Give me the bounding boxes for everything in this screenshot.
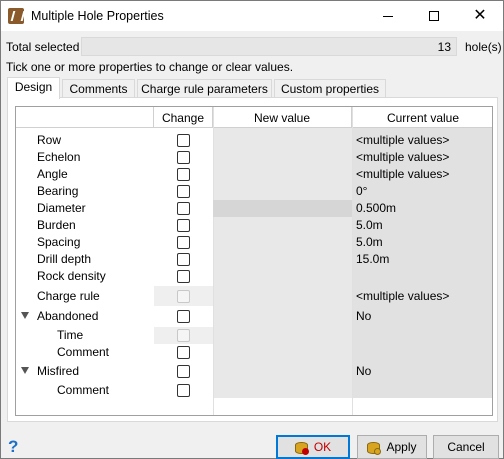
minimize-icon <box>383 15 393 17</box>
property-row-rock-density[interactable]: Rock density <box>16 268 492 285</box>
apply-button[interactable]: Apply <box>357 435 427 459</box>
property-label: Comment <box>57 345 110 359</box>
property-label: Charge rule <box>37 289 100 303</box>
change-checkbox[interactable] <box>177 151 190 164</box>
current-value: 5.0m <box>356 218 383 232</box>
new-value-cell-selected[interactable] <box>213 200 352 217</box>
property-label: Burden <box>37 218 76 232</box>
change-checkbox-disabled <box>177 290 190 303</box>
property-label: Drill depth <box>37 252 92 266</box>
change-checkbox[interactable] <box>177 168 190 181</box>
current-value: No <box>356 309 372 323</box>
app-icon <box>8 8 24 24</box>
property-label: Comment <box>57 383 110 397</box>
change-checkbox[interactable] <box>177 365 190 378</box>
property-label: Time <box>57 328 84 342</box>
change-checkbox[interactable] <box>177 202 190 215</box>
tab-design[interactable]: Design <box>7 77 60 99</box>
close-button[interactable]: ✕ <box>457 1 503 31</box>
maximize-icon <box>429 11 439 21</box>
change-checkbox[interactable] <box>177 346 190 359</box>
cancel-button[interactable]: Cancel <box>433 435 499 459</box>
properties-grid: Change New value Current value Row <mult… <box>15 106 493 416</box>
property-row-time[interactable]: Time <box>16 327 492 344</box>
change-checkbox[interactable] <box>177 185 190 198</box>
maximize-button[interactable] <box>411 1 457 31</box>
tab-custom-properties[interactable]: Custom properties <box>274 79 386 97</box>
property-row-drill-depth[interactable]: Drill depth 15.0m <box>16 251 492 268</box>
property-row-diameter[interactable]: Diameter 0.500m <box>16 200 492 217</box>
ok-button[interactable]: OK <box>276 435 350 459</box>
current-value: <multiple values> <box>356 150 450 164</box>
cancel-button-label: Cancel <box>447 440 485 454</box>
holes-unit-label: hole(s) <box>465 40 502 54</box>
change-checkbox[interactable] <box>177 219 190 232</box>
property-row-row[interactable]: Row <multiple values> <box>16 132 492 149</box>
change-checkbox[interactable] <box>177 270 190 283</box>
change-column-header[interactable]: Change <box>154 107 213 128</box>
property-label: Rock density <box>37 269 106 283</box>
apply-button-label: Apply <box>386 440 417 454</box>
database-icon <box>367 440 382 455</box>
window-title: Multiple Hole Properties <box>31 9 164 23</box>
property-row-charge-rule[interactable]: Charge rule <multiple values> <box>16 286 492 306</box>
change-checkbox[interactable] <box>177 134 190 147</box>
total-selected-value: 13 <box>81 37 457 56</box>
change-checkbox[interactable] <box>177 253 190 266</box>
collapse-arrow-icon[interactable] <box>21 367 29 374</box>
current-value: 5.0m <box>356 235 383 249</box>
current-value: 0.500m <box>356 201 397 215</box>
property-row-comment[interactable]: Comment <box>16 344 492 361</box>
new-value-column-header[interactable]: New value <box>213 107 352 128</box>
tab-charge-rule-parameters[interactable]: Charge rule parameters <box>137 79 272 97</box>
tab-comments[interactable]: Comments <box>62 79 135 97</box>
property-column-header <box>16 107 154 128</box>
total-selected-label: Total selected <box>6 40 80 54</box>
current-value: <multiple values> <box>356 133 450 147</box>
close-icon: ✕ <box>473 7 487 24</box>
property-row-spacing[interactable]: Spacing 5.0m <box>16 234 492 251</box>
property-row-burden[interactable]: Burden 5.0m <box>16 217 492 234</box>
current-value: <multiple values> <box>356 167 450 181</box>
change-checkbox[interactable] <box>177 236 190 249</box>
minimize-button[interactable] <box>365 1 411 31</box>
current-value: No <box>356 364 372 378</box>
help-icon[interactable]: ? <box>8 437 18 457</box>
property-row-misfired[interactable]: Misfired No <box>16 363 492 380</box>
property-label: Row <box>37 133 62 147</box>
property-row-angle[interactable]: Angle <multiple values> <box>16 166 492 183</box>
property-label: Bearing <box>37 184 79 198</box>
property-row-abandoned[interactable]: Abandoned No <box>16 308 492 325</box>
property-label: Angle <box>37 167 68 181</box>
change-checkbox-disabled <box>177 329 190 342</box>
current-value: 0° <box>356 184 368 198</box>
title-bar: Multiple Hole Properties ✕ <box>1 1 503 31</box>
property-row-bearing[interactable]: Bearing 0° <box>16 183 492 200</box>
change-checkbox[interactable] <box>177 384 190 397</box>
property-label: Diameter <box>37 201 86 215</box>
current-value-column-header[interactable]: Current value <box>352 107 492 128</box>
property-label: Echelon <box>37 150 81 164</box>
property-row-misfired-comment[interactable]: Comment <box>16 382 492 399</box>
collapse-arrow-icon[interactable] <box>21 312 29 319</box>
instruction-text: Tick one or more properties to change or… <box>6 60 294 74</box>
current-value: 15.0m <box>356 252 390 266</box>
property-label: Misfired <box>37 364 80 378</box>
current-value: <multiple values> <box>356 289 450 303</box>
property-row-echelon[interactable]: Echelon <multiple values> <box>16 149 492 166</box>
property-label: Spacing <box>37 235 81 249</box>
database-icon <box>294 440 309 455</box>
change-checkbox[interactable] <box>177 310 190 323</box>
ok-button-label: OK <box>313 440 332 454</box>
property-label: Abandoned <box>37 309 99 323</box>
dialog-window: Multiple Hole Properties ✕ Total selecte… <box>0 0 504 459</box>
